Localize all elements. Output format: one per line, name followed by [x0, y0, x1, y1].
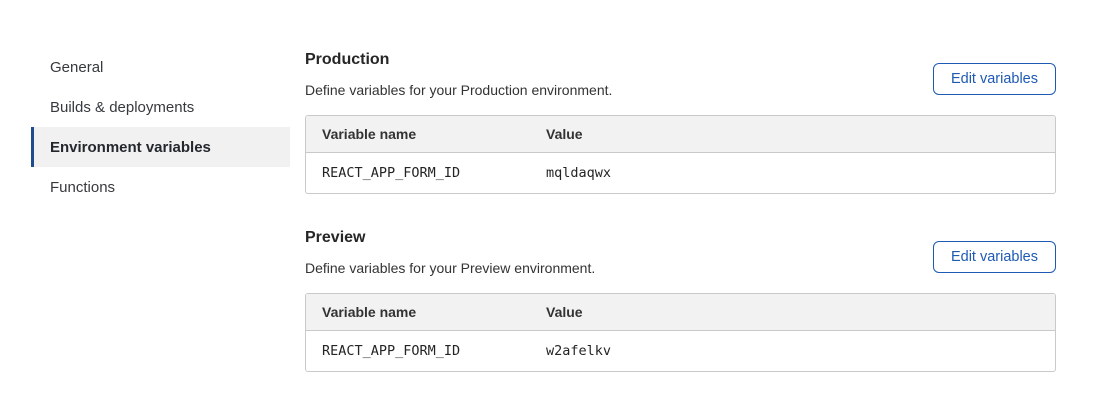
sidebar-item-environment-variables[interactable]: Environment variables: [31, 127, 290, 167]
table-row: REACT_APP_FORM_ID mqldaqwx: [306, 153, 1055, 193]
table-header-value: Value: [546, 304, 1055, 320]
settings-page: General Builds & deployments Environment…: [0, 0, 1100, 420]
sidebar-item-label: Environment variables: [50, 139, 211, 156]
environment-variables-content: Production Define variables for your Pro…: [305, 50, 1056, 372]
table-header-variable-name: Variable name: [306, 304, 546, 320]
table-header-value: Value: [546, 126, 1055, 142]
table-header-variable-name: Variable name: [306, 126, 546, 142]
production-variables-table: Variable name Value REACT_APP_FORM_ID mq…: [305, 115, 1056, 194]
production-edit-variables-button[interactable]: Edit variables: [933, 63, 1056, 95]
sidebar-item-builds-deployments[interactable]: Builds & deployments: [31, 87, 290, 127]
sidebar-item-general[interactable]: General: [31, 47, 290, 87]
cell-variable-value: mqldaqwx: [546, 165, 1055, 181]
preview-variables-table: Variable name Value REACT_APP_FORM_ID w2…: [305, 293, 1056, 372]
preview-section: Preview Define variables for your Previe…: [305, 228, 1056, 372]
table-row: REACT_APP_FORM_ID w2afelkv: [306, 331, 1055, 371]
settings-sidebar: General Builds & deployments Environment…: [31, 47, 290, 207]
sidebar-item-label: Functions: [50, 179, 115, 196]
sidebar-item-label: Builds & deployments: [50, 99, 194, 116]
table-header-row: Variable name Value: [306, 294, 1055, 331]
sidebar-item-functions[interactable]: Functions: [31, 167, 290, 207]
production-section: Production Define variables for your Pro…: [305, 50, 1056, 194]
cell-variable-name: REACT_APP_FORM_ID: [306, 343, 546, 359]
preview-edit-variables-button[interactable]: Edit variables: [933, 241, 1056, 273]
sidebar-item-label: General: [50, 59, 103, 76]
cell-variable-name: REACT_APP_FORM_ID: [306, 165, 546, 181]
cell-variable-value: w2afelkv: [546, 343, 1055, 359]
table-header-row: Variable name Value: [306, 116, 1055, 153]
